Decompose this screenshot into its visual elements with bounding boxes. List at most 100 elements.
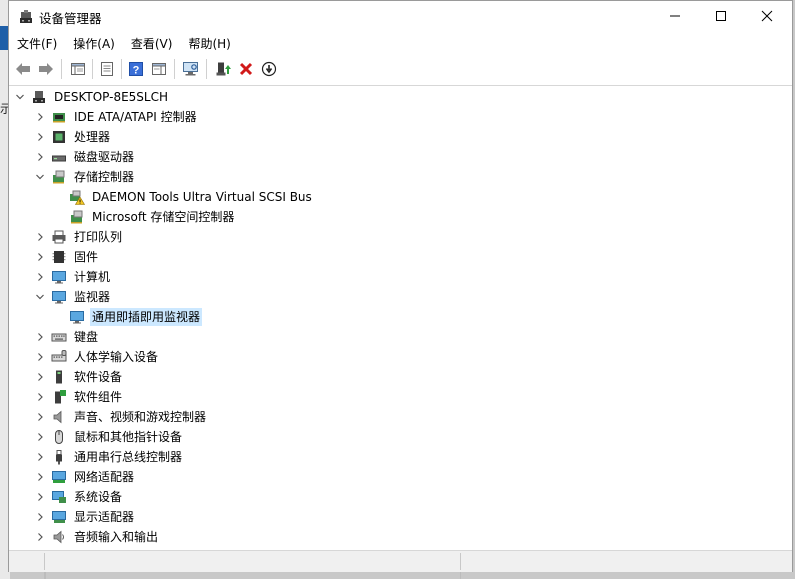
- chevron-right-icon[interactable]: [33, 407, 47, 427]
- tree-item-system[interactable]: 系统设备: [33, 487, 124, 507]
- tree-item-mouse[interactable]: 鼠标和其他指针设备: [33, 427, 184, 447]
- network-adapter-icon: [51, 469, 67, 485]
- tree-item-label: 磁盘驱动器: [74, 150, 135, 164]
- tree-item-print-queue[interactable]: 打印队列: [33, 227, 124, 247]
- tree-item-label: 人体学输入设备: [74, 350, 159, 364]
- toolbar-separator: [206, 59, 207, 79]
- tree-root-label: DESKTOP-8E5SLCH: [54, 90, 169, 104]
- chevron-right-icon[interactable]: [33, 107, 47, 127]
- tree-item-monitors[interactable]: 监视器: [33, 287, 112, 307]
- audio-io-icon: [51, 529, 67, 545]
- console-tree-icon[interactable]: [66, 58, 89, 80]
- software-device-icon: [51, 369, 67, 385]
- forward-arrow-icon[interactable]: [34, 58, 57, 80]
- tree-item-label: 键盘: [74, 330, 99, 344]
- display-adapter-icon: [51, 509, 67, 525]
- tree-item-label: 计算机: [74, 270, 111, 284]
- action-pane-icon[interactable]: [147, 58, 170, 80]
- menu-help[interactable]: 帮助(H): [180, 33, 238, 53]
- device-manager-window: 设备管理器 文件(F) 操作(A) 查看(V) 帮助(H) ? DESKTOP-…: [8, 0, 793, 572]
- tree-item-display-adapter[interactable]: 显示适配器: [33, 507, 136, 527]
- computer-root-icon: [31, 89, 47, 105]
- toolbar-separator: [174, 59, 175, 79]
- storage-space-icon: [69, 209, 85, 225]
- tree-item-label: 网络适配器: [74, 470, 135, 484]
- device-tree[interactable]: DESKTOP-8E5SLCH IDE ATA/ATAPI 控制器 处理器 磁盘…: [9, 85, 792, 550]
- chevron-right-icon[interactable]: [33, 527, 47, 547]
- monitor-icon: [69, 309, 85, 325]
- chevron-right-icon[interactable]: [33, 487, 47, 507]
- disable-device-icon[interactable]: [257, 58, 280, 80]
- keyboard-icon: [51, 329, 67, 345]
- tree-child-storage-space[interactable]: Microsoft 存储空间控制器: [69, 207, 236, 227]
- toolbar-separator: [92, 59, 93, 79]
- chevron-down-icon[interactable]: [33, 167, 47, 187]
- uninstall-device-icon[interactable]: [234, 58, 257, 80]
- chevron-right-icon[interactable]: [33, 247, 47, 267]
- tree-item-sound[interactable]: 声音、视频和游戏控制器: [33, 407, 208, 427]
- menu-action[interactable]: 操作(A): [65, 33, 123, 53]
- tree-root[interactable]: DESKTOP-8E5SLCH: [13, 87, 170, 107]
- tree-item-label: 声音、视频和游戏控制器: [74, 410, 207, 424]
- title-bar[interactable]: 设备管理器: [9, 1, 792, 31]
- tree-item-label: 鼠标和其他指针设备: [74, 430, 183, 444]
- tree-item-label-selected: 通用即插即用监视器: [90, 308, 203, 326]
- chevron-right-icon[interactable]: [33, 327, 47, 347]
- menu-file[interactable]: 文件(F): [9, 33, 65, 53]
- properties-icon[interactable]: [95, 58, 118, 80]
- tree-item-software-device[interactable]: 软件设备: [33, 367, 124, 387]
- chevron-right-icon[interactable]: [33, 387, 47, 407]
- chevron-down-icon[interactable]: [13, 87, 27, 107]
- menu-view[interactable]: 查看(V): [123, 33, 181, 53]
- close-button[interactable]: [744, 1, 790, 31]
- tree-item-disk[interactable]: 磁盘驱动器: [33, 147, 136, 167]
- maximize-button[interactable]: [698, 1, 744, 31]
- tree-item-software-component[interactable]: 软件组件: [33, 387, 124, 407]
- software-component-icon: [51, 389, 67, 405]
- tree-item-keyboard[interactable]: 键盘: [33, 327, 100, 347]
- chevron-right-icon[interactable]: [33, 507, 47, 527]
- background-divider: [44, 572, 46, 579]
- chevron-right-icon[interactable]: [33, 267, 47, 287]
- toolbar-separator: [121, 59, 122, 79]
- tree-item-usb[interactable]: 通用串行总线控制器: [33, 447, 184, 467]
- update-driver-icon[interactable]: [211, 58, 234, 80]
- firmware-icon: [51, 249, 67, 265]
- background-divider: [460, 572, 461, 579]
- tree-item-ide[interactable]: IDE ATA/ATAPI 控制器: [33, 107, 199, 127]
- tree-item-processor[interactable]: 处理器: [33, 127, 112, 147]
- chevron-right-icon[interactable]: [33, 347, 47, 367]
- chevron-right-icon[interactable]: [33, 447, 47, 467]
- chevron-right-icon[interactable]: [33, 367, 47, 387]
- tree-item-firmware[interactable]: 固件: [33, 247, 100, 267]
- minimize-button[interactable]: [652, 1, 698, 31]
- disk-drive-icon: [51, 149, 67, 165]
- chevron-right-icon[interactable]: [33, 427, 47, 447]
- tree-child-daemon[interactable]: DAEMON Tools Ultra Virtual SCSI Bus: [69, 187, 314, 207]
- ide-controller-icon: [51, 109, 67, 125]
- tree-item-computer[interactable]: 计算机: [33, 267, 112, 287]
- window-title: 设备管理器: [39, 11, 102, 26]
- help-icon[interactable]: ?: [124, 58, 147, 80]
- tree-item-label: 固件: [74, 250, 99, 264]
- tree-item-storage[interactable]: 存储控制器: [33, 167, 136, 187]
- chevron-right-icon[interactable]: [33, 227, 47, 247]
- tree-item-label: 打印队列: [74, 230, 123, 244]
- chevron-right-icon[interactable]: [33, 127, 47, 147]
- back-arrow-icon[interactable]: [11, 58, 34, 80]
- storage-controller-icon: [51, 169, 67, 185]
- chevron-right-icon[interactable]: [33, 147, 47, 167]
- computer-icon: [51, 269, 67, 285]
- tree-item-hid[interactable]: 人体学输入设备: [33, 347, 160, 367]
- tree-item-label: 处理器: [74, 130, 111, 144]
- chevron-right-icon[interactable]: [33, 467, 47, 487]
- tree-child-pnp-monitor[interactable]: 通用即插即用监视器: [69, 307, 203, 327]
- tree-item-network[interactable]: 网络适配器: [33, 467, 136, 487]
- scan-hardware-icon[interactable]: [179, 58, 202, 80]
- status-divider: [460, 553, 461, 570]
- mouse-icon: [51, 429, 67, 445]
- chevron-down-icon[interactable]: [33, 287, 47, 307]
- tree-item-label: 系统设备: [74, 490, 123, 504]
- tree-item-label: 软件设备: [74, 370, 123, 384]
- tree-item-audio-io[interactable]: 音频输入和输出: [33, 527, 160, 547]
